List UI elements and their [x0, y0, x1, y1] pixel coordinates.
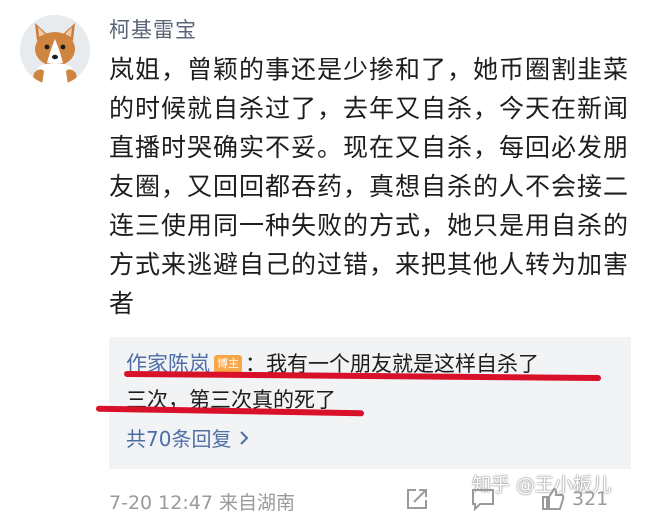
- blogger-badge: 博主: [214, 355, 242, 373]
- reply-preview-box[interactable]: 作家陈岚 博主 ：我有一个朋友就是这样自杀了 三次，第三次真的死了 共70条回复: [109, 337, 631, 469]
- share-icon[interactable]: [405, 487, 429, 511]
- like-icon[interactable]: [541, 487, 565, 511]
- comment-username[interactable]: 柯基雷宝: [109, 14, 197, 44]
- comment-meta: 7-20 12:47 来自湖南: [109, 492, 295, 514]
- avatar[interactable]: [20, 15, 90, 85]
- corgi-avatar-icon: [20, 15, 90, 85]
- comment-text: 岚姐，曾颖的事还是少掺和了，她币圈割韭菜的时候就自杀过了，去年又自杀，今天在新闻…: [109, 55, 630, 318]
- view-replies-link[interactable]: 共70条回复: [126, 424, 249, 454]
- comment-icon[interactable]: [470, 487, 496, 512]
- chevron-right-icon: [239, 424, 249, 454]
- reply-count-label: 共70条回复: [126, 427, 232, 451]
